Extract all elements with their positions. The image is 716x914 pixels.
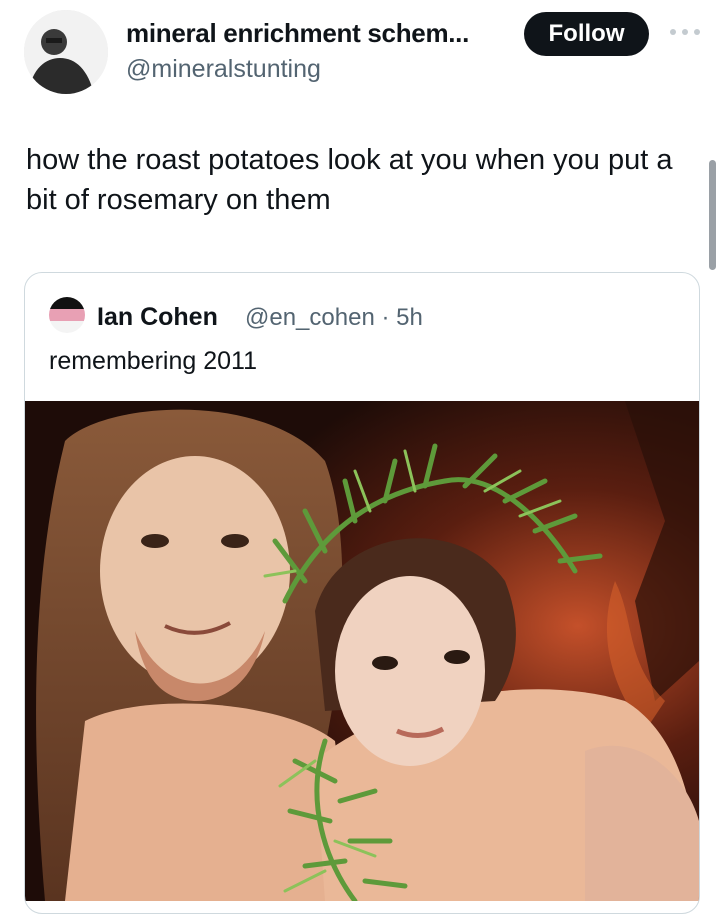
quoted-post-photo[interactable]: [25, 401, 699, 904]
author-handle[interactable]: @mineralstunting: [126, 55, 321, 84]
quoted-author-name[interactable]: Ian Cohen: [97, 303, 218, 332]
quoted-author-handle-time[interactable]: @en_cohen · 5h: [245, 304, 423, 332]
quoted-post-card[interactable]: Ian Cohen @en_cohen · 5h remembering 201…: [24, 272, 700, 914]
quoted-post-text: remembering 2011: [49, 347, 257, 375]
post-text: how the roast potatoes look at you when …: [26, 144, 673, 216]
author-display-name[interactable]: mineral enrichment schem...: [126, 18, 469, 49]
quoted-author-avatar[interactable]: [49, 297, 85, 333]
more-horizontal-icon[interactable]: [666, 22, 704, 42]
author-avatar[interactable]: [24, 10, 108, 94]
post-header: mineral enrichment schem... @mineralstun…: [0, 0, 716, 110]
follow-button[interactable]: Follow: [524, 12, 649, 56]
scrollbar-thumb[interactable]: [709, 160, 716, 270]
